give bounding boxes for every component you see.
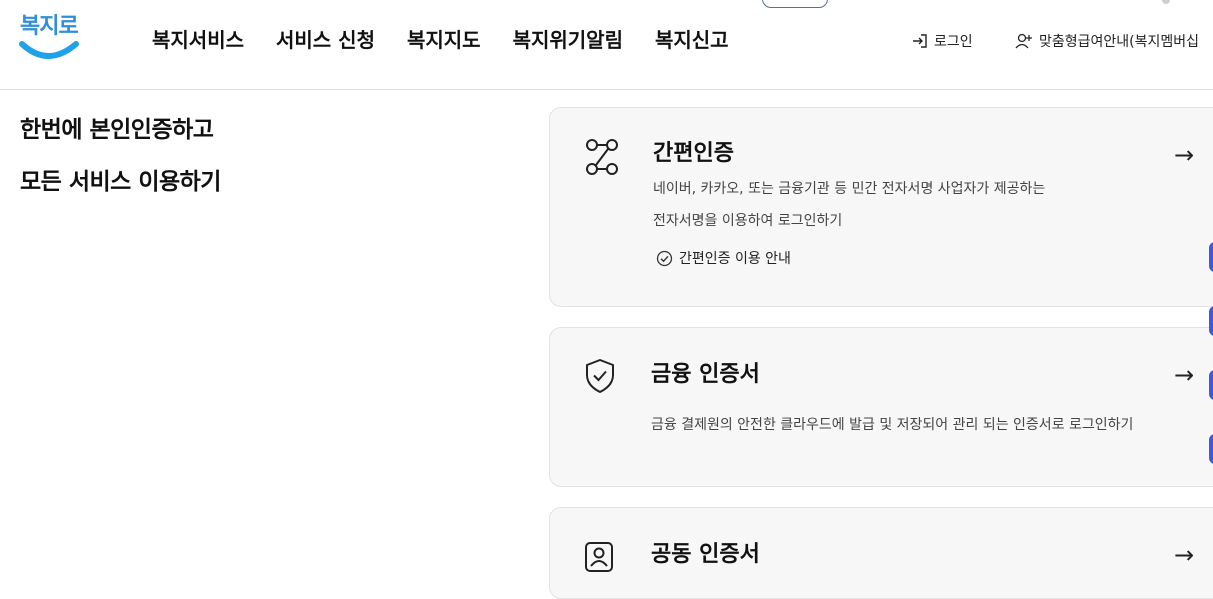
- nav-welfare-map[interactable]: 복지지도: [407, 24, 481, 53]
- login-label: 로그인: [934, 34, 973, 50]
- bokjiro-logo[interactable]: 복지로: [18, 8, 80, 64]
- floating-button-3[interactable]: [1209, 370, 1213, 400]
- simple-auth-title: 간편인증: [653, 141, 734, 166]
- simple-auth-desc-1: 네이버, 카카오, 또는 금융기관 등 민간 전자서명 사업자가 제공하는: [653, 181, 1046, 197]
- login-intro: 한번에 본인인증하고 모든 서비스 이용하기: [20, 104, 221, 208]
- arrow-right-icon: →: [1174, 361, 1195, 389]
- simple-auth-card[interactable]: 간편인증 네이버, 카카오, 또는 금융기관 등 민간 전자서명 사업자가 제공…: [549, 107, 1213, 307]
- login-link[interactable]: 로그인: [911, 31, 973, 51]
- financial-certificate-desc: 금융 결제원의 안전한 클라우드에 발급 및 저장되어 관리 되는 인증서로 로…: [651, 417, 1134, 433]
- floating-button-4[interactable]: [1209, 434, 1213, 464]
- simple-auth-desc-2: 전자서명을 이용하여 로그인하기: [653, 213, 843, 229]
- check-circle-icon: [656, 250, 673, 266]
- shield-check-icon: [586, 359, 614, 393]
- floating-button-2[interactable]: [1209, 306, 1213, 336]
- custom-benefit-guide-link[interactable]: 맞춤형급여안내(복지멤버십: [1014, 31, 1199, 51]
- joint-certificate-card[interactable]: 공동 인증서 →: [549, 507, 1213, 599]
- login-icon: [913, 34, 927, 48]
- nav-welfare-report[interactable]: 복지신고: [655, 24, 729, 53]
- nav-welfare-crisis-alert[interactable]: 복지위기알림: [513, 24, 623, 53]
- user-certificate-icon: [585, 542, 613, 572]
- financial-certificate-card[interactable]: 금융 인증서 금융 결제원의 안전한 클라우드에 발급 및 저장되어 관리 되는…: [549, 327, 1213, 487]
- custom-benefit-guide-label: 맞춤형급여안내(복지멤버십: [1039, 34, 1200, 50]
- arrow-right-icon: →: [1174, 541, 1195, 569]
- intro-line-2: 모든 서비스 이용하기: [20, 169, 221, 195]
- nav-service-application[interactable]: 서비스 신청: [276, 24, 375, 53]
- financial-certificate-title: 금융 인증서: [651, 362, 760, 387]
- simple-auth-guide-label: 간편인증 이용 안내: [679, 251, 791, 267]
- nav-welfare-services[interactable]: 복지서비스: [152, 24, 244, 53]
- site-header: 복지로 복지서비스 서비스 신청 복지지도 복지위기알림 복지신고 로그인 맞춤…: [0, 0, 1213, 90]
- simple-auth-guide-link[interactable]: 간편인증 이용 안내: [656, 248, 791, 268]
- user-add-icon: [1015, 33, 1032, 49]
- top-indicator-dot: [1162, 0, 1170, 4]
- intro-line-1: 한번에 본인인증하고: [20, 117, 214, 143]
- top-banner-pill[interactable]: [762, 0, 828, 8]
- node-connect-icon: [586, 139, 618, 175]
- floating-button-1[interactable]: [1209, 242, 1213, 272]
- arrow-right-icon: →: [1174, 141, 1195, 169]
- logo-smile-icon: [19, 41, 79, 59]
- main-navigation: 복지서비스 서비스 신청 복지지도 복지위기알림 복지신고: [152, 24, 729, 53]
- joint-certificate-title: 공동 인증서: [651, 542, 760, 567]
